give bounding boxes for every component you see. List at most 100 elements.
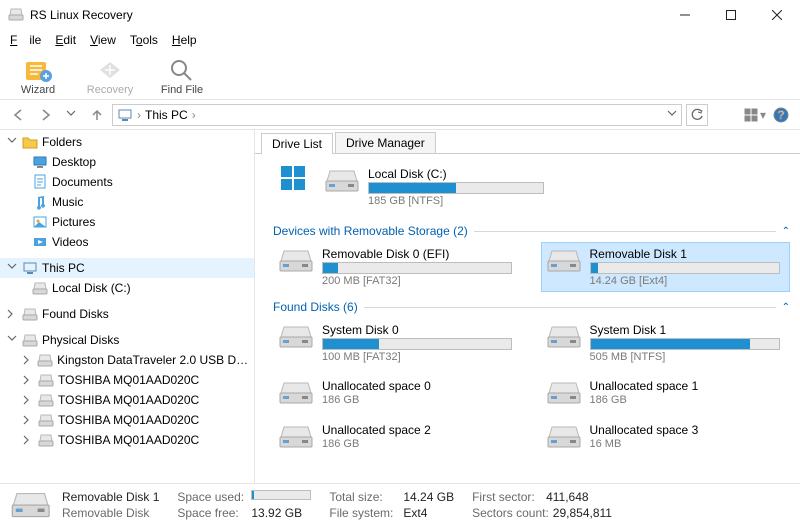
chevron-right-icon[interactable]: [22, 374, 34, 386]
drive-icon: [278, 247, 314, 275]
pc-icon: [22, 260, 38, 276]
status-type: Removable Disk: [62, 506, 159, 520]
view-options[interactable]: ▾: [744, 104, 766, 126]
drive-icon: [546, 423, 582, 451]
nav-forward[interactable]: [34, 104, 56, 126]
drive-icon: [38, 392, 54, 408]
tree-folders[interactable]: Folders: [0, 132, 254, 152]
wizard-button[interactable]: Wizard: [8, 56, 68, 96]
tree-item[interactable]: Desktop: [0, 152, 254, 172]
chevron-right-icon[interactable]: [6, 308, 18, 320]
menu-help[interactable]: Help: [166, 31, 203, 49]
tree-item[interactable]: Videos: [0, 232, 254, 252]
tree-item[interactable]: Music: [0, 192, 254, 212]
drive-icon: [38, 432, 54, 448]
nav-up[interactable]: [86, 104, 108, 126]
recovery-icon: [94, 56, 126, 84]
app-icon: [8, 7, 24, 23]
chevron-right-icon[interactable]: [22, 434, 34, 446]
tree-item[interactable]: TOSHIBA MQ01AAD020C: [0, 410, 254, 430]
status-bar: Removable Disk 1 Removable Disk Space us…: [0, 484, 800, 526]
drive-item[interactable]: Unallocated space 1186 GB: [541, 374, 791, 412]
chevron-right-icon[interactable]: [22, 414, 34, 426]
collapse-icon[interactable]: ⌃: [782, 226, 790, 237]
nav-history-dropdown[interactable]: [60, 104, 82, 126]
menu-tools[interactable]: Tools: [124, 31, 164, 49]
drive-icon: [324, 167, 360, 195]
desktop-icon: [32, 154, 48, 170]
tree-found-disks[interactable]: Found Disks: [0, 304, 254, 324]
tree-item[interactable]: TOSHIBA MQ01AAD020C: [0, 370, 254, 390]
tree-physical-disks[interactable]: Physical Disks: [0, 330, 254, 350]
drive-icon: [32, 280, 48, 296]
drive-item[interactable]: System Disk 1505 MB [NTFS]: [541, 318, 791, 368]
chevron-down-icon[interactable]: [667, 110, 677, 120]
tree-item[interactable]: Kingston DataTraveler 2.0 USB Device: [0, 350, 254, 370]
address-bar[interactable]: › This PC ›: [112, 104, 682, 126]
drive-icon: [546, 323, 582, 351]
wizard-icon: [22, 56, 54, 84]
folder-icon: [22, 134, 38, 150]
drive-icon: [37, 352, 53, 368]
drive-item[interactable]: Unallocated space 2186 GB: [273, 418, 523, 456]
chevron-right-icon[interactable]: [22, 354, 33, 366]
findfile-button[interactable]: Find File: [152, 56, 212, 96]
nav-back[interactable]: [8, 104, 30, 126]
status-name: Removable Disk 1: [62, 490, 159, 504]
video-icon: [32, 234, 48, 250]
collapse-icon[interactable]: ⌃: [782, 302, 790, 313]
drive-item[interactable]: Removable Disk 0 (EFI)200 MB [FAT32]: [273, 242, 523, 292]
chevron-right-icon: ›: [192, 108, 196, 122]
tree-item[interactable]: Pictures: [0, 212, 254, 232]
drive-icon: [22, 332, 38, 348]
pic-icon: [32, 214, 48, 230]
drive-local-c[interactable]: Local Disk (C:) 185 GB [NTFS]: [319, 162, 549, 212]
chevron-down-icon[interactable]: [6, 136, 18, 148]
drive-item[interactable]: Removable Disk 114.24 GB [Ext4]: [541, 242, 791, 292]
pc-icon: [117, 107, 133, 123]
close-button[interactable]: [754, 0, 800, 30]
help-button[interactable]: ?: [770, 104, 792, 126]
drive-icon: [10, 489, 52, 521]
breadcrumb-root[interactable]: This PC: [145, 108, 188, 122]
maximize-button[interactable]: [708, 0, 754, 30]
window-title: RS Linux Recovery: [30, 8, 662, 22]
minimize-button[interactable]: [662, 0, 708, 30]
chevron-right-icon: ›: [137, 108, 141, 122]
chevron-down-icon[interactable]: [6, 262, 18, 274]
tree-item[interactable]: TOSHIBA MQ01AAD020C: [0, 430, 254, 450]
drive-item[interactable]: System Disk 0100 MB [FAT32]: [273, 318, 523, 368]
menu-file[interactable]: File: [4, 31, 47, 49]
drive-item[interactable]: Unallocated space 316 MB: [541, 418, 791, 456]
section-found: Found Disks (6): [273, 300, 358, 314]
tree-this-pc[interactable]: This PC: [0, 258, 254, 278]
menu-edit[interactable]: Edit: [49, 31, 82, 49]
refresh-button[interactable]: [686, 104, 708, 126]
drive-icon: [278, 323, 314, 351]
drive-icon: [546, 247, 582, 275]
drive-icon: [38, 372, 54, 388]
section-removable: Devices with Removable Storage (2): [273, 224, 468, 238]
drive-icon: [546, 379, 582, 407]
tree-item[interactable]: Documents: [0, 172, 254, 192]
tree-local-disk[interactable]: Local Disk (C:): [0, 278, 254, 298]
sidebar: Folders DesktopDocumentsMusicPicturesVid…: [0, 130, 255, 483]
recovery-button[interactable]: Recovery: [80, 56, 140, 96]
drive-icon: [278, 423, 314, 451]
drive-item[interactable]: Unallocated space 0186 GB: [273, 374, 523, 412]
chevron-right-icon[interactable]: [22, 394, 34, 406]
menu-view[interactable]: View: [84, 31, 122, 49]
chevron-down-icon[interactable]: [6, 334, 18, 346]
drive-icon: [278, 379, 314, 407]
svg-text:?: ?: [777, 108, 784, 122]
drive-icon: [22, 306, 38, 322]
drive-icon: [38, 412, 54, 428]
music-icon: [32, 194, 48, 210]
doc-icon: [32, 174, 48, 190]
windows-icon: [277, 162, 309, 194]
tab-drive-list[interactable]: Drive List: [261, 133, 333, 154]
tree-item[interactable]: TOSHIBA MQ01AAD020C: [0, 390, 254, 410]
tab-drive-manager[interactable]: Drive Manager: [335, 132, 436, 153]
menu-bar: File Edit View Tools Help: [0, 30, 800, 50]
search-icon: [166, 56, 198, 84]
